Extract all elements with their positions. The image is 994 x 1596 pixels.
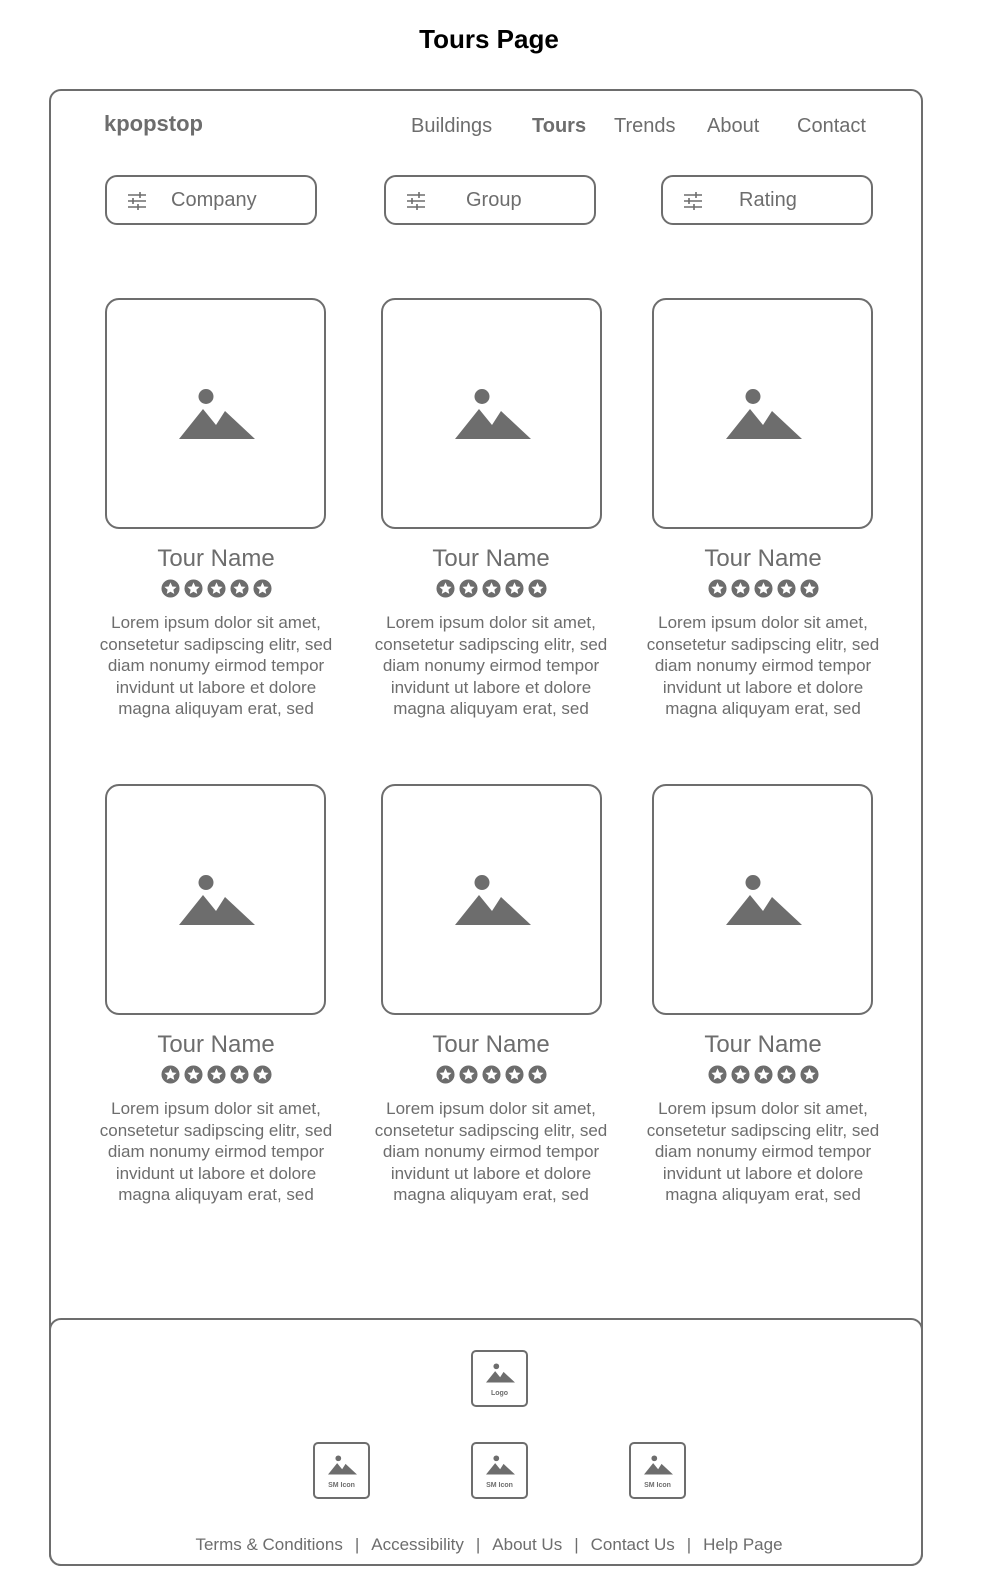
tour-image[interactable]	[381, 298, 602, 529]
tour-name[interactable]: Tour Name	[643, 1031, 883, 1059]
footer-link-terms[interactable]: Terms & Conditions	[195, 1535, 342, 1554]
filter-group-label: Group	[466, 189, 522, 211]
star-icon	[183, 579, 203, 599]
footer-links: Terms & Conditions | Accessibility | About U…	[0, 1535, 978, 1555]
footer-link-separator: |	[686, 1535, 692, 1554]
star-icon	[481, 579, 501, 599]
star-icon	[527, 1065, 547, 1085]
tour-name[interactable]: Tour Name	[96, 545, 336, 573]
tour-description: Lorem ipsum dolor sit amet, consetetur s…	[646, 613, 880, 718]
star-rating	[96, 579, 336, 599]
footer-link-separator: |	[574, 1535, 579, 1554]
image-placeholder-icon	[726, 875, 802, 925]
nav-about[interactable]: About	[707, 115, 759, 138]
image-placeholder-icon	[179, 875, 255, 925]
star-icon	[504, 579, 524, 599]
star-icon	[776, 579, 796, 599]
star-icon	[252, 579, 272, 599]
social-media-label: SM Icon	[644, 1482, 671, 1489]
star-rating	[96, 1065, 336, 1085]
star-rating	[643, 1065, 883, 1085]
star-icon	[206, 579, 226, 599]
social-media-icon[interactable]: SM Icon	[313, 1442, 370, 1499]
star-icon	[458, 579, 478, 599]
footer-link-separator: |	[354, 1535, 360, 1554]
tour-description: Lorem ipsum dolor sit amet, consetetur s…	[646, 1099, 880, 1204]
social-media-label: SM Icon	[328, 1482, 355, 1489]
star-icon	[753, 579, 773, 599]
star-rating	[643, 579, 883, 599]
star-icon	[229, 579, 249, 599]
filter-company-label: Company	[171, 189, 257, 211]
filter-rating-label: Rating	[739, 189, 797, 211]
image-placeholder-icon	[455, 389, 531, 439]
tour-image[interactable]	[105, 298, 326, 529]
image-placeholder-icon	[644, 1455, 673, 1475]
footer-link-separator: |	[475, 1535, 481, 1554]
social-media-label: SM Icon	[486, 1482, 513, 1489]
star-icon	[527, 579, 547, 599]
star-icon	[481, 1065, 501, 1085]
star-icon	[730, 579, 750, 599]
filter-company-button[interactable]: Company	[105, 175, 317, 225]
image-placeholder-icon	[486, 1455, 515, 1475]
image-placeholder-icon	[328, 1455, 357, 1475]
star-icon	[753, 1065, 773, 1085]
tour-image[interactable]	[381, 784, 602, 1015]
tour-image[interactable]	[105, 784, 326, 1015]
footer-logo[interactable]: Logo	[471, 1350, 528, 1407]
tour-description: Lorem ipsum dolor sit amet, consetetur s…	[374, 613, 608, 718]
footer-link-accessibility[interactable]: Accessibility	[371, 1535, 464, 1554]
site-logo[interactable]: kpopstop	[104, 111, 203, 137]
star-icon	[183, 1065, 203, 1085]
star-rating	[371, 1065, 611, 1085]
star-icon	[799, 1065, 819, 1085]
social-media-icon[interactable]: SM Icon	[629, 1442, 686, 1499]
nav-contact[interactable]: Contact	[797, 115, 866, 138]
image-placeholder-icon	[726, 389, 802, 439]
sliders-icon	[407, 192, 425, 210]
tour-name[interactable]: Tour Name	[371, 1031, 611, 1059]
star-icon	[707, 579, 727, 599]
footer-logo-label: Logo	[490, 1390, 509, 1397]
sliders-icon	[128, 192, 146, 210]
star-icon	[252, 1065, 272, 1085]
tour-description: Lorem ipsum dolor sit amet, consetetur s…	[99, 1099, 333, 1204]
image-placeholder-icon	[486, 1363, 515, 1383]
tour-name[interactable]: Tour Name	[643, 545, 883, 573]
star-icon	[776, 1065, 796, 1085]
star-icon	[458, 1065, 478, 1085]
star-icon	[504, 1065, 524, 1085]
image-placeholder-icon	[455, 875, 531, 925]
filter-rating-button[interactable]: Rating	[661, 175, 873, 225]
star-icon	[707, 1065, 727, 1085]
star-icon	[799, 579, 819, 599]
footer-link-contact-us[interactable]: Contact Us	[591, 1535, 675, 1554]
star-icon	[435, 1065, 455, 1085]
star-rating	[371, 579, 611, 599]
tour-name[interactable]: Tour Name	[96, 1031, 336, 1059]
footer-link-about-us[interactable]: About Us	[492, 1535, 562, 1554]
sliders-icon	[684, 192, 702, 210]
nav-tours[interactable]: Tours	[532, 115, 586, 138]
filter-group-button[interactable]: Group	[384, 175, 596, 225]
star-icon	[206, 1065, 226, 1085]
nav-buildings[interactable]: Buildings	[411, 115, 492, 138]
star-icon	[435, 579, 455, 599]
page-title: Tours Page	[419, 24, 559, 54]
tour-description: Lorem ipsum dolor sit amet, consetetur s…	[99, 613, 333, 718]
star-icon	[160, 1065, 180, 1085]
social-media-icon[interactable]: SM Icon	[471, 1442, 528, 1499]
tour-image[interactable]	[652, 298, 873, 529]
star-icon	[229, 1065, 249, 1085]
nav-trends[interactable]: Trends	[614, 115, 676, 138]
tour-description: Lorem ipsum dolor sit amet, consetetur s…	[374, 1099, 608, 1204]
star-icon	[730, 1065, 750, 1085]
tour-image[interactable]	[652, 784, 873, 1015]
star-icon	[160, 579, 180, 599]
footer-link-help-page[interactable]: Help Page	[703, 1535, 782, 1554]
tour-name[interactable]: Tour Name	[371, 545, 611, 573]
image-placeholder-icon	[179, 389, 255, 439]
